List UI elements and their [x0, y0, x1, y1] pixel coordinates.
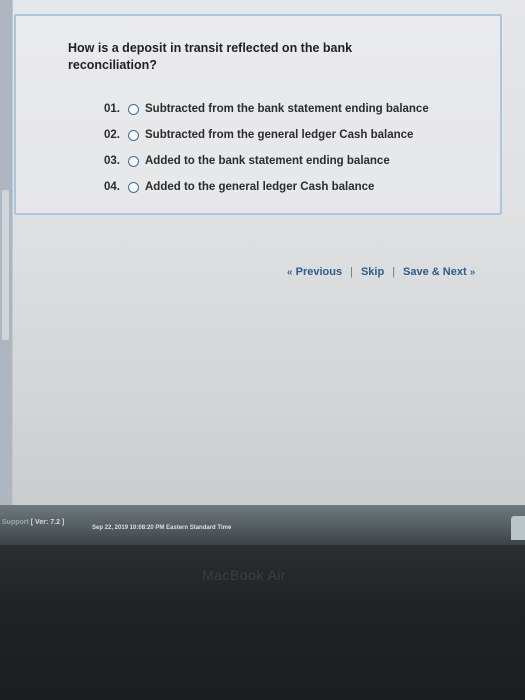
option-number: 04. [104, 181, 120, 193]
answer-options: 01. Subtracted from the bank statement e… [104, 96, 429, 200]
option-number: 01. [104, 103, 120, 115]
answer-option-1[interactable]: 01. Subtracted from the bank statement e… [104, 96, 429, 122]
save-next-label: Save & Next [403, 266, 467, 278]
question-text: How is a deposit in transit reflected on… [68, 41, 353, 72]
option-label: Subtracted from the bank statement endin… [145, 103, 429, 115]
option-label: Subtracted from the general ledger Cash … [145, 129, 414, 141]
question-navigation: « Previous | Skip | Save & Next » [287, 266, 475, 278]
status-left: Support [ Ver: 7.2 ] [2, 519, 64, 526]
answer-option-2[interactable]: 02. Subtracted from the general ledger C… [104, 122, 429, 148]
answer-option-4[interactable]: 04. Added to the general ledger Cash bal… [104, 174, 429, 200]
nav-separator: | [350, 266, 353, 278]
scroll-thumb[interactable] [2, 190, 9, 340]
previous-button[interactable]: « Previous [287, 266, 342, 278]
brand-label: MacBook Air [202, 567, 287, 583]
answer-option-3[interactable]: 03. Added to the bank statement ending b… [104, 148, 429, 174]
save-next-button[interactable]: Save & Next » [403, 266, 475, 278]
radio-button[interactable] [128, 155, 139, 167]
radio-button[interactable] [128, 103, 139, 115]
corner-handle[interactable] [511, 516, 525, 540]
option-label: Added to the general ledger Cash balance [145, 181, 375, 193]
chevron-right-icon: » [469, 267, 476, 278]
datetime-text: Sep 22, 2019 10:08:20 PM Eastern Standar… [92, 525, 232, 531]
left-scroll-strip[interactable] [0, 0, 13, 510]
skip-button[interactable]: Skip [361, 266, 384, 278]
status-bar: Support [ Ver: 7.2 ] Sep 22, 2019 10:08:… [0, 505, 525, 545]
chevron-left-icon: « [287, 267, 293, 278]
app-screen: How is a deposit in transit reflected on… [0, 0, 525, 525]
option-label: Added to the bank statement ending balan… [145, 155, 390, 167]
radio-button[interactable] [128, 129, 139, 141]
previous-label: Previous [295, 266, 343, 278]
support-link[interactable]: Support [2, 519, 29, 526]
option-number: 02. [104, 129, 120, 141]
radio-button[interactable] [128, 181, 139, 193]
version-text: [ Ver: 7.2 ] [30, 519, 65, 526]
nav-separator: | [392, 266, 396, 278]
option-number: 03. [104, 155, 120, 167]
